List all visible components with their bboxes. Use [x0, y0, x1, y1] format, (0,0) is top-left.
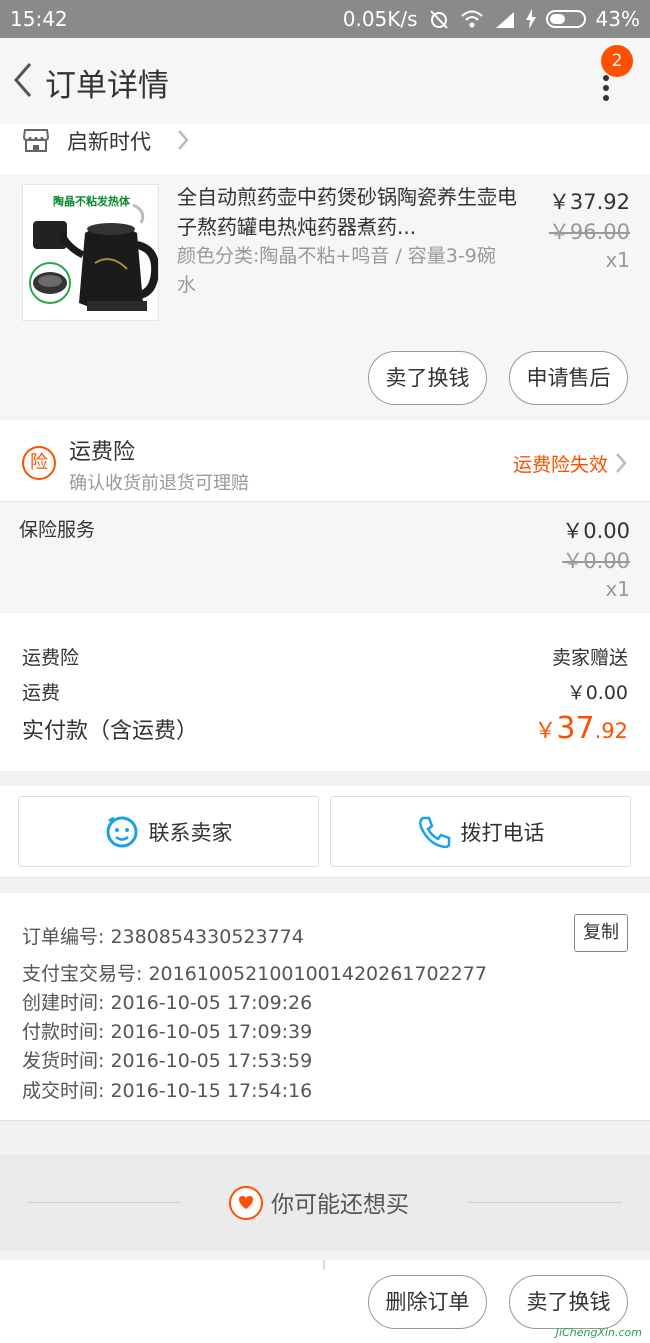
chat-face-icon	[106, 816, 137, 847]
copy-button[interactable]: 复制	[574, 914, 628, 952]
total-integer: 37	[556, 711, 595, 746]
recommend-section: 你可能还想买	[0, 1155, 650, 1251]
insurance-icon: 险	[22, 446, 56, 480]
call-button[interactable]: 拨打电话	[330, 796, 631, 867]
contact-bar: 联系卖家 拨打电话	[0, 786, 650, 878]
resell-bottom-button[interactable]: 卖了换钱	[509, 1275, 628, 1329]
shipping-insurance-row[interactable]: 险 运费险 确认收货前退货可理赔 运费险失效	[0, 420, 650, 502]
bottom-action-bar: 删除订单 卖了换钱 JiChengXin.com	[0, 1260, 650, 1343]
status-indicators: 0.05K/s 43%	[343, 7, 640, 31]
back-arrow-icon[interactable]	[8, 58, 38, 102]
notification-badge: 2	[601, 45, 633, 77]
product-quantity: x1	[605, 248, 630, 272]
charging-icon	[525, 9, 536, 29]
divider-left	[27, 1202, 181, 1203]
order-number: 订单编号: 2380854330523774	[22, 926, 304, 948]
shop-name: 启新时代	[67, 130, 151, 154]
service-original-price: ￥0.00	[562, 549, 630, 573]
summary-value: ￥0.00	[566, 682, 628, 704]
page-title: 订单详情	[45, 68, 169, 104]
shipped-time: 发货时间: 2016-10-05 17:53:59	[22, 1050, 313, 1072]
wifi-icon	[460, 10, 483, 28]
created-time: 创建时间: 2016-10-05 17:09:26	[22, 992, 313, 1014]
recommend-title: 你可能还想买	[271, 1192, 409, 1218]
total-label: 实付款（含运费）	[22, 719, 199, 744]
call-label: 拨打电话	[460, 820, 545, 845]
completed-time: 成交时间: 2016-10-15 17:54:16	[22, 1080, 313, 1102]
status-bar: 15:42 0.05K/s 43%	[0, 0, 650, 38]
contact-seller-button[interactable]: 联系卖家	[18, 796, 319, 867]
signal-icon	[495, 12, 514, 28]
product-item[interactable]: 陶晶不粘发热体 全自动煎药壶中药煲砂锅陶瓷养生壶电子熬药罐电热炖药器煮药... …	[0, 174, 650, 418]
chevron-right-icon	[616, 453, 627, 473]
insurance-subtitle: 确认收货前退货可理赔	[69, 473, 249, 494]
delete-order-button[interactable]: 删除订单	[368, 1275, 487, 1329]
summary-label: 运费	[22, 682, 61, 704]
insurance-title: 运费险	[69, 440, 136, 465]
contact-seller-label: 联系卖家	[148, 820, 233, 845]
order-info: 订单编号: 2380854330523774 复制 支付宝交易号: 201610…	[0, 893, 650, 1121]
resell-button[interactable]: 卖了换钱	[368, 351, 487, 405]
app-header: 订单详情 2	[0, 38, 650, 124]
service-label: 保险服务	[19, 519, 96, 541]
divider	[323, 1260, 325, 1270]
product-price: ￥37.92	[548, 190, 630, 214]
protection-service-row: 保险服务 ￥0.00 ￥0.00 x1	[0, 503, 650, 611]
status-time: 15:42	[10, 7, 68, 31]
summary-label: 运费险	[22, 647, 80, 669]
watermark: JiChengXin.com	[555, 1326, 642, 1339]
order-summary: 运费险 卖家赠送 运费 ￥0.00 实付款（含运费） ￥37.92	[0, 613, 650, 771]
shop-icon	[22, 129, 50, 152]
product-original-price: ￥96.00	[548, 220, 630, 244]
teapot-image-icon	[29, 203, 158, 311]
silent-alarm-icon	[429, 10, 448, 29]
product-thumbnail[interactable]: 陶晶不粘发热体	[22, 184, 159, 321]
divider-right	[468, 1202, 622, 1203]
heart-icon	[229, 1186, 263, 1220]
battery-percent: 43%	[595, 7, 640, 31]
battery-icon	[545, 10, 586, 28]
after-sale-button[interactable]: 申请售后	[509, 351, 628, 405]
product-sku: 颜色分类:陶晶不粘+鸣音 / 容量3-9碗水	[177, 245, 496, 296]
shop-row[interactable]: 启新时代	[0, 124, 650, 174]
product-title[interactable]: 全自动煎药壶中药煲砂锅陶瓷养生壶电子熬药罐电热炖药器煮药...	[177, 182, 517, 242]
phone-icon	[418, 816, 450, 848]
alipay-number: 支付宝交易号: 2016100521001001420261702277	[22, 963, 487, 985]
summary-row-insurance: 运费险 卖家赠送	[22, 643, 628, 670]
service-price: ￥0.00	[562, 519, 630, 543]
summary-row-shipping: 运费 ￥0.00	[22, 678, 628, 705]
total-decimal: .92	[594, 719, 628, 743]
insurance-status: 运费险失效	[512, 454, 608, 476]
summary-value: 卖家赠送	[551, 647, 628, 669]
summary-row-total: 实付款（含运费） ￥37.92	[22, 711, 628, 746]
total-amount: ￥37.92	[534, 711, 628, 746]
chevron-right-icon	[178, 130, 189, 150]
service-quantity: x1	[605, 577, 630, 601]
paid-time: 付款时间: 2016-10-05 17:09:39	[22, 1021, 313, 1043]
total-currency: ￥	[534, 719, 557, 744]
network-speed: 0.05K/s	[342, 7, 418, 31]
